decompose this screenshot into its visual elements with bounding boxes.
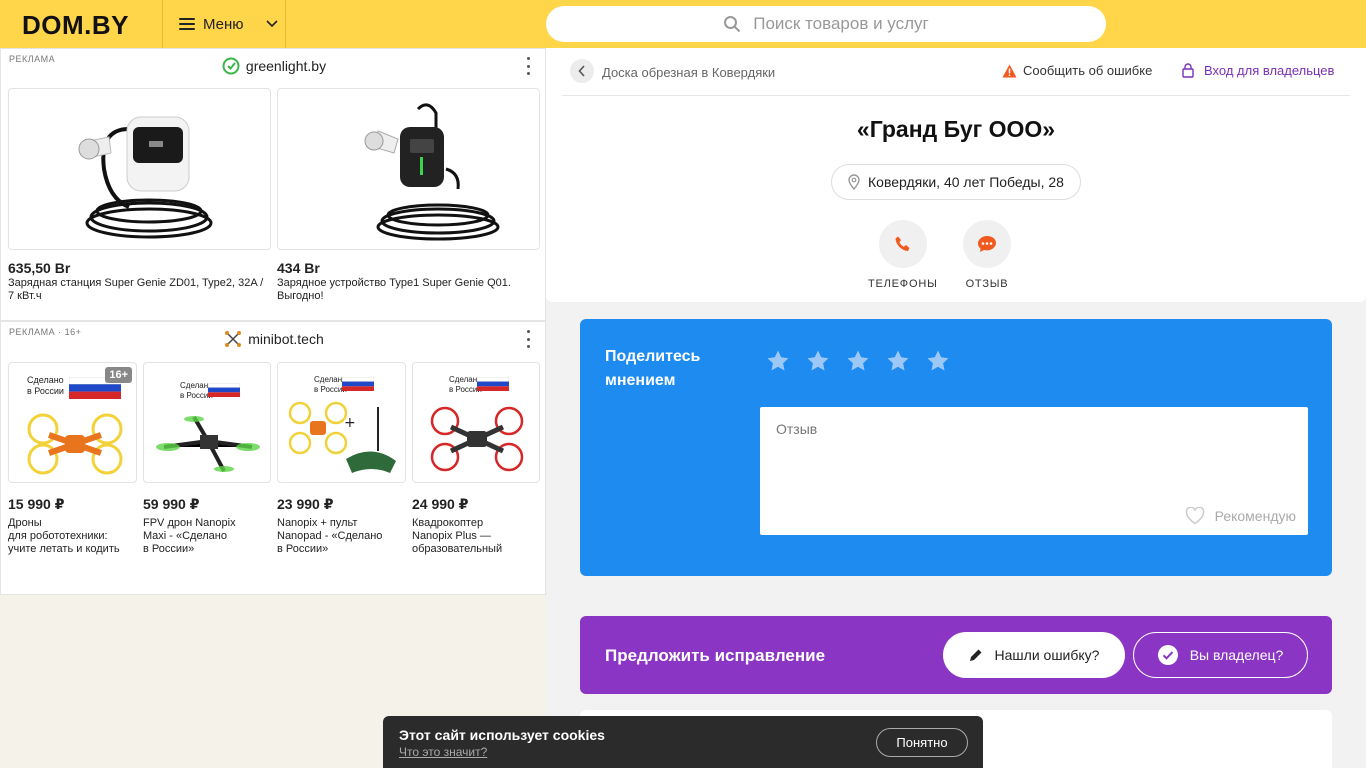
phones-action[interactable]: ТЕЛЕФОНЫ <box>868 220 938 290</box>
review-placeholder: Отзыв <box>776 421 818 437</box>
drone-product-image: Сделано в России 16+ <box>8 362 137 483</box>
phone-icon <box>878 220 927 268</box>
suggest-title: Предложить исправление <box>605 646 826 665</box>
phones-label: ТЕЛЕФОНЫ <box>868 278 938 290</box>
map-pin-icon <box>848 174 860 190</box>
drone-logo-icon <box>225 331 242 347</box>
star-icon[interactable] <box>806 349 830 373</box>
drone-product-image: Сделано в России + <box>277 362 406 483</box>
russia-flag-icon <box>477 377 509 391</box>
ad-product-price: 15 990 ₽ <box>8 496 65 512</box>
report-error-label: Сообщить об ошибке <box>1023 63 1153 78</box>
ad-product-desc: Зарядная станция Super Genie ZD01, Type2… <box>8 277 264 302</box>
ad-product-desc: Квадрокоптер Nanopix Plus — образователь… <box>412 517 503 555</box>
review-title: Поделитесь мнением <box>605 348 701 389</box>
ad-brand[interactable]: minibot.tech <box>1 330 547 348</box>
owner-login-label: Вход для владельцев <box>1204 63 1335 78</box>
cookie-info-link[interactable]: Что это значит? <box>399 745 487 759</box>
drone-product-image: Сделано в России <box>143 362 271 483</box>
cookie-banner: Этот сайт использует cookies Что это зна… <box>383 716 983 768</box>
warning-icon <box>1002 64 1017 77</box>
breadcrumb[interactable]: Доска обрезная в Ковердяки <box>602 65 775 80</box>
age-badge: 16+ <box>105 367 132 383</box>
company-card: Доска обрезная в Ковердяки Сообщить об о… <box>546 48 1366 302</box>
ad-product-price: 23 990 ₽ <box>277 496 334 512</box>
owner-login-link[interactable]: Вход для владельцев <box>1182 63 1334 78</box>
found-error-label: Нашли ошибку? <box>994 647 1100 663</box>
ev-charger-portable-image <box>277 88 540 250</box>
star-icon[interactable] <box>886 349 910 373</box>
made-in-russia-text: Сделано в России <box>27 375 64 396</box>
svg-text:+: + <box>344 415 356 431</box>
back-button[interactable] <box>570 59 594 83</box>
ad-product-desc: FPV дрон Nanopix Maxi - «Сделано в Росси… <box>143 517 236 555</box>
search-input[interactable]: Поиск товаров и услуг <box>546 6 1106 42</box>
suggest-correction-section: Предложить исправление Нашли ошибку? Вы … <box>580 616 1332 694</box>
recommend-toggle[interactable]: Рекомендую <box>1185 507 1296 525</box>
cookie-title: Этот сайт использует cookies <box>399 727 605 743</box>
chevron-down-icon <box>265 20 278 28</box>
report-error-link[interactable]: Сообщить об ошибке <box>1002 63 1152 78</box>
star-icon[interactable] <box>766 349 790 373</box>
review-label: ОТЗЫВ <box>965 278 1009 290</box>
ad-block-minibot[interactable]: РЕКЛАМА · 16+ minibot.tech Сделано в Рос… <box>0 321 546 595</box>
chevron-left-icon <box>578 65 585 77</box>
ad-block-greenlight[interactable]: РЕКЛАМА greenlight.by 635,50 Br Зарядная… <box>0 48 546 321</box>
company-title: «Гранд Буг ООО» <box>856 116 1056 142</box>
ev-charger-wallbox-image <box>8 88 271 250</box>
star-icon[interactable] <box>926 349 950 373</box>
found-error-button[interactable]: Нашли ошибку? <box>943 632 1125 678</box>
ad-product-desc: Зарядное устройство Type1 Super Genie Q0… <box>277 277 511 302</box>
site-logo[interactable]: DOM.BY <box>22 10 129 41</box>
review-textarea[interactable]: Отзыв Рекомендую <box>760 407 1308 535</box>
ad-more-icon[interactable] <box>521 330 535 348</box>
ad-product-desc: Nanopix + пульт Nanopad - «Сделано в Рос… <box>277 517 383 555</box>
star-icon[interactable] <box>846 349 870 373</box>
address-chip[interactable]: Ковердяки, 40 лет Победы, 28 <box>831 164 1081 200</box>
are-you-owner-button[interactable]: Вы владелец? <box>1133 632 1308 678</box>
ad-product-price: 59 990 ₽ <box>143 496 200 512</box>
pencil-icon <box>969 649 982 661</box>
menu-button[interactable]: Меню <box>162 0 286 48</box>
russia-flag-icon <box>208 383 240 397</box>
ad-brand-name: greenlight.by <box>245 58 327 74</box>
search-placeholder: Поиск товаров и услуг <box>753 14 929 33</box>
ad-product-price: 434 Br <box>277 260 320 276</box>
menu-label: Меню <box>203 15 244 33</box>
russia-flag-icon <box>342 377 374 391</box>
chat-icon <box>963 220 1011 268</box>
are-you-owner-label: Вы владелец? <box>1189 647 1284 663</box>
cookie-accept-button[interactable]: Понятно <box>876 728 968 757</box>
leaf-plug-icon <box>222 57 240 75</box>
lock-icon <box>1182 63 1194 78</box>
review-section: Поделитесь мнением Отзыв Рекомендую <box>580 319 1332 576</box>
ad-product-price: 635,50 Br <box>8 260 71 276</box>
drone-product-image: Сделано в России <box>412 362 540 483</box>
check-circle-icon <box>1157 645 1178 665</box>
review-action[interactable]: ОТЗЫВ <box>963 220 1011 290</box>
ad-brand-name: minibot.tech <box>248 331 324 347</box>
ad-product-price: 24 990 ₽ <box>412 496 469 512</box>
search-icon <box>724 16 741 33</box>
ad-brand[interactable]: greenlight.by <box>1 57 547 75</box>
divider <box>562 95 1350 96</box>
heart-icon <box>1185 507 1204 525</box>
ad-more-icon[interactable] <box>521 57 535 75</box>
recommend-label: Рекомендую <box>1214 508 1296 524</box>
address-text: Ковердяки, 40 лет Победы, 28 <box>868 174 1064 190</box>
header: DOM.BY Меню Поиск товаров и услуг <box>0 0 1366 48</box>
ad-product-desc: Дроны для робототехники: учите летать и … <box>8 517 120 555</box>
hamburger-icon <box>179 18 195 30</box>
rating-stars[interactable] <box>766 349 950 373</box>
